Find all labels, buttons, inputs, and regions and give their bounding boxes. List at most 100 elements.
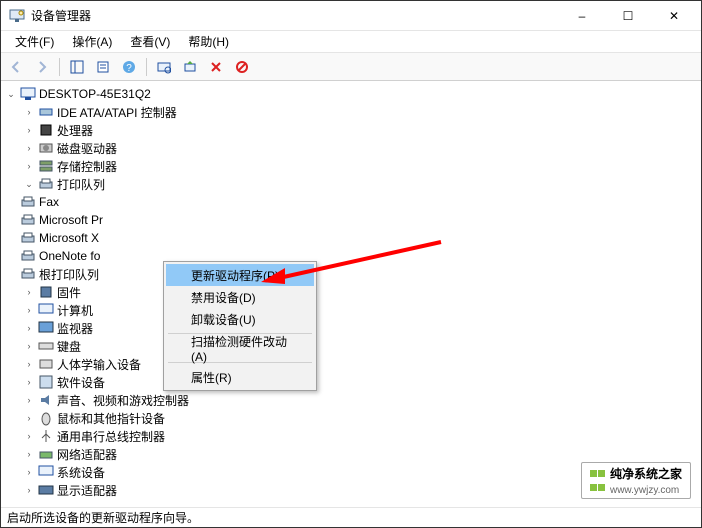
help-button[interactable]: ? [118, 56, 140, 78]
tree-monitors[interactable]: › 监视器 [5, 319, 701, 337]
ide-icon [38, 104, 54, 120]
tree-disk-drives[interactable]: › 磁盘驱动器 [5, 139, 701, 157]
printer-icon [38, 176, 54, 192]
tree-software-devices[interactable]: › 软件设备 [5, 373, 701, 391]
firmware-icon [38, 284, 54, 300]
collapse-icon[interactable]: ⌄ [23, 178, 35, 190]
disable-button[interactable] [231, 56, 253, 78]
device-tree[interactable]: ⌄ DESKTOP-45E31Q2 › IDE ATA/ATAPI 控制器 › … [1, 81, 701, 507]
watermark-logo-icon [590, 467, 606, 495]
tree-ms-print[interactable]: Microsoft Pr [5, 211, 701, 229]
properties-button[interactable] [92, 56, 114, 78]
expand-icon[interactable]: › [23, 340, 35, 352]
computer-icon [38, 302, 54, 318]
uninstall-button[interactable] [205, 56, 227, 78]
minimize-button[interactable]: – [559, 1, 605, 31]
mouse-icon [38, 410, 54, 426]
tree-processors[interactable]: › 处理器 [5, 121, 701, 139]
collapse-icon[interactable]: ⌄ [5, 88, 17, 100]
expand-icon[interactable]: › [23, 124, 35, 136]
network-icon [38, 446, 54, 462]
menu-action[interactable]: 操作(A) [64, 31, 120, 52]
tree-storage-controllers[interactable]: › 存储控制器 [5, 157, 701, 175]
toolbar-separator [59, 58, 60, 76]
update-driver-button[interactable] [179, 56, 201, 78]
expand-icon[interactable]: › [23, 484, 35, 496]
tree-firmware[interactable]: › 固件 [5, 283, 701, 301]
ctx-disable-device[interactable]: 禁用设备(D) [166, 286, 314, 308]
tree-fax[interactable]: Fax [5, 193, 701, 211]
menu-file[interactable]: 文件(F) [7, 31, 62, 52]
expand-icon[interactable]: › [23, 304, 35, 316]
ctx-scan-hardware[interactable]: 扫描检测硬件改动(A) [166, 337, 314, 359]
usb-icon [38, 428, 54, 444]
tree-keyboards[interactable]: › 键盘 [5, 337, 701, 355]
show-hide-tree-button[interactable] [66, 56, 88, 78]
expand-icon[interactable]: › [23, 376, 35, 388]
forward-button [31, 56, 53, 78]
menu-help[interactable]: 帮助(H) [180, 31, 237, 52]
tree-root[interactable]: ⌄ DESKTOP-45E31Q2 [5, 85, 701, 103]
software-icon [38, 374, 54, 390]
storage-icon [38, 158, 54, 174]
printer-icon [20, 212, 36, 228]
tree-root-print[interactable]: 根打印队列 [5, 265, 701, 283]
watermark-url: www.ywjzy.com [610, 485, 679, 496]
ctx-uninstall-device[interactable]: 卸载设备(U) [166, 308, 314, 330]
expand-icon[interactable]: › [23, 412, 35, 424]
hid-icon [38, 356, 54, 372]
tree-onenote[interactable]: OneNote fo [5, 247, 701, 265]
title-bar: 设备管理器 – ☐ ✕ [1, 1, 701, 31]
keyboard-icon [38, 338, 54, 354]
printer-icon [20, 266, 36, 282]
ctx-properties[interactable]: 属性(R) [166, 366, 314, 388]
status-text: 启动所选设备的更新驱动程序向导。 [7, 509, 199, 526]
tree-sound[interactable]: › 声音、视频和游戏控制器 [5, 391, 701, 409]
printer-icon [20, 194, 36, 210]
printer-icon [20, 248, 36, 264]
system-icon [38, 464, 54, 480]
tree-computer[interactable]: › 计算机 [5, 301, 701, 319]
expand-icon[interactable]: › [23, 394, 35, 406]
tree-mice[interactable]: › 鼠标和其他指针设备 [5, 409, 701, 427]
cpu-icon [38, 122, 54, 138]
disk-icon [38, 140, 54, 156]
expand-icon[interactable]: › [23, 358, 35, 370]
svg-text:?: ? [126, 63, 132, 74]
toolbar-separator [146, 58, 147, 76]
tree-hid[interactable]: › 人体学输入设备 [5, 355, 701, 373]
watermark-name: 纯净系统之家 [610, 467, 682, 481]
tree-print-queues[interactable]: ⌄ 打印队列 [5, 175, 701, 193]
expand-icon[interactable]: › [23, 448, 35, 460]
expand-icon[interactable]: › [23, 106, 35, 118]
window-title: 设备管理器 [31, 7, 559, 24]
tree-usb[interactable]: › 通用串行总线控制器 [5, 427, 701, 445]
sound-icon [38, 392, 54, 408]
menu-bar: 文件(F) 操作(A) 查看(V) 帮助(H) [1, 31, 701, 53]
menu-view[interactable]: 查看(V) [122, 31, 178, 52]
tree-root-label: DESKTOP-45E31Q2 [39, 87, 151, 101]
watermark: 纯净系统之家 www.ywjzy.com [581, 462, 691, 499]
printer-icon [20, 230, 36, 246]
context-menu: 更新驱动程序(P) 禁用设备(D) 卸载设备(U) 扫描检测硬件改动(A) 属性… [163, 261, 317, 391]
computer-icon [20, 86, 36, 102]
app-icon [9, 8, 25, 24]
close-button[interactable]: ✕ [651, 1, 697, 31]
scan-hardware-button[interactable] [153, 56, 175, 78]
toolbar: ? [1, 53, 701, 81]
tree-ide-controllers[interactable]: › IDE ATA/ATAPI 控制器 [5, 103, 701, 121]
ctx-update-driver[interactable]: 更新驱动程序(P) [166, 264, 314, 286]
expand-icon[interactable]: › [23, 142, 35, 154]
maximize-button[interactable]: ☐ [605, 1, 651, 31]
expand-icon[interactable]: › [23, 160, 35, 172]
tree-ms-xps[interactable]: Microsoft X [5, 229, 701, 247]
expand-icon[interactable]: › [23, 322, 35, 334]
monitor-icon [38, 320, 54, 336]
expand-icon[interactable]: › [23, 430, 35, 442]
tree-network[interactable]: › 网络适配器 [5, 445, 701, 463]
expand-icon[interactable]: › [23, 286, 35, 298]
display-adapter-icon [38, 482, 54, 498]
back-button [5, 56, 27, 78]
status-bar: 启动所选设备的更新驱动程序向导。 [1, 507, 701, 527]
expand-icon[interactable]: › [23, 466, 35, 478]
